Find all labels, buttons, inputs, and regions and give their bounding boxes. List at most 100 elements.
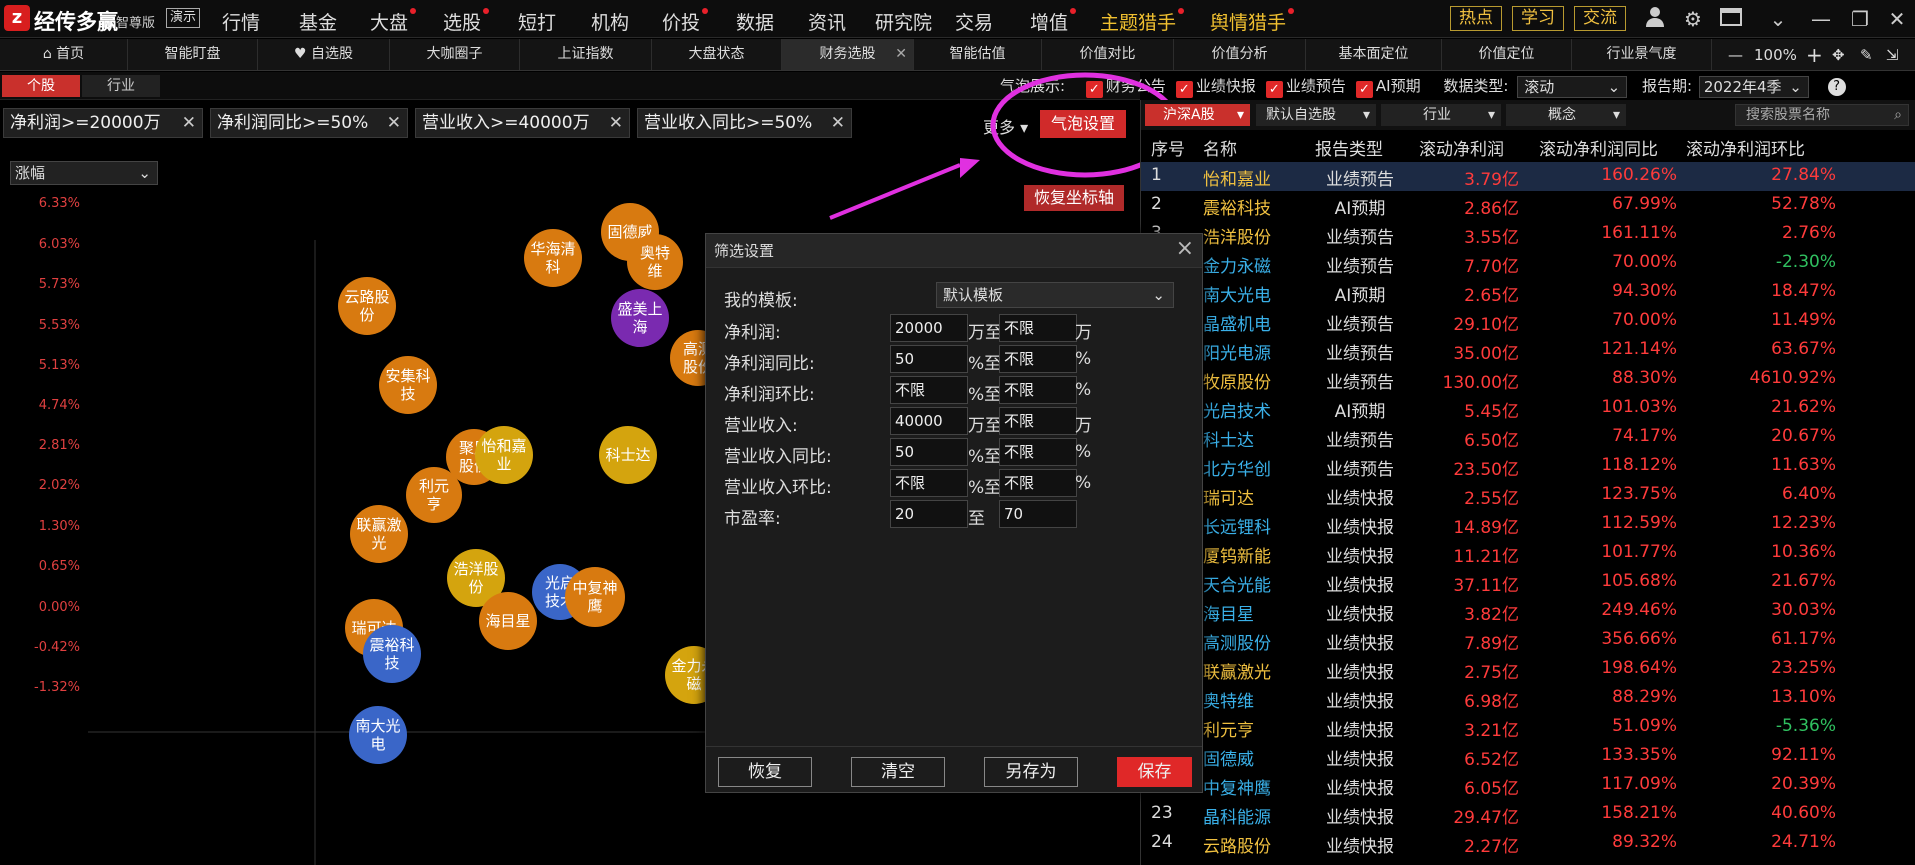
tab-item[interactable]: 行业景气度 — [1572, 39, 1712, 70]
clear-button[interactable]: 清空 — [851, 757, 945, 787]
tab-industry[interactable]: 行业 — [82, 75, 160, 97]
nav-item[interactable]: 短打 — [518, 8, 556, 35]
stock-bubble[interactable]: 盛美上海 — [611, 289, 669, 347]
exchange-button[interactable]: 交流 — [1574, 6, 1626, 31]
stock-search-input[interactable]: 搜索股票名称 ⌕ — [1735, 104, 1909, 126]
stock-bubble[interactable]: 南大光电 — [349, 706, 407, 764]
range-from-input[interactable]: 不限 — [890, 469, 968, 497]
market-select[interactable]: 沪深A股 ▾ — [1145, 104, 1250, 126]
stock-bubble[interactable]: 云路股份 — [338, 277, 396, 335]
nav-item[interactable]: 资讯 — [808, 8, 846, 35]
close-tab-icon[interactable]: ✕ — [895, 39, 907, 70]
close-icon[interactable]: × — [1176, 236, 1194, 261]
nav-item[interactable]: 增值 — [1030, 8, 1077, 35]
range-to-input[interactable]: 不限 — [999, 438, 1077, 466]
column-header[interactable]: 滚动净利润环比 — [1686, 135, 1836, 160]
column-header[interactable]: 滚动净利润 — [1419, 135, 1519, 160]
column-header[interactable]: 报告类型 — [1315, 135, 1405, 160]
table-row[interactable]: 13长远锂科业绩快报14.89亿112.59%12.23% — [1141, 510, 1915, 539]
tab-item[interactable]: 上证指数 — [520, 39, 652, 70]
template-select[interactable]: 默认模板 ⌄ — [936, 282, 1174, 308]
demo-badge[interactable]: 演示 — [166, 8, 201, 28]
table-row[interactable]: 18联赢激光业绩快报2.75亿198.64%23.25% — [1141, 655, 1915, 684]
tab-item[interactable]: 价值对比 — [1042, 39, 1174, 70]
close-icon[interactable]: ✕ — [1884, 6, 1910, 32]
stock-bubble[interactable]: 怡和嘉业 — [475, 426, 533, 484]
draw-icon[interactable]: ✎ — [1860, 39, 1873, 71]
stock-bubble[interactable]: 利元亨 — [406, 467, 462, 523]
chevron-down-icon[interactable]: ⌄ — [1765, 6, 1791, 32]
table-row[interactable]: 17高测股份业绩快报7.89亿356.66%61.17% — [1141, 626, 1915, 655]
zoom-in-icon[interactable]: + — [1806, 39, 1823, 71]
stock-bubble[interactable]: 海目星 — [479, 592, 537, 650]
table-row[interactable]: 22中复神鹰业绩快报6.05亿117.09%20.39% — [1141, 771, 1915, 800]
nav-item[interactable]: 价投 — [662, 8, 709, 35]
nav-item[interactable]: 舆情猎手 — [1210, 8, 1295, 35]
table-row[interactable]: 8牧原股份业绩预告130.00亿88.30%4610.92% — [1141, 365, 1915, 394]
minimize-icon[interactable]: — — [1808, 6, 1834, 32]
tab-stock[interactable]: 个股 — [2, 75, 80, 97]
table-row[interactable]: 1 怡和嘉业 业绩预告 3.79亿 160.26% 27.84% — [1141, 162, 1915, 191]
column-header[interactable]: 滚动净利润同比 — [1539, 135, 1677, 160]
nav-item[interactable]: 大盘 — [370, 8, 417, 35]
remove-filter-icon[interactable]: ✕ — [609, 109, 623, 137]
window-icon[interactable] — [1718, 6, 1744, 32]
zoom-out-icon[interactable]: — — [1728, 39, 1743, 71]
range-from-input[interactable]: 50 — [890, 438, 968, 466]
restore-button[interactable]: 恢复 — [718, 757, 812, 787]
stock-bubble[interactable]: 科士达 — [599, 426, 657, 484]
range-from-input[interactable]: 20000 — [890, 314, 968, 342]
tab-item[interactable]: 财务选股 ✕ — [782, 39, 914, 70]
tab-item[interactable]: 基本面定位 — [1306, 39, 1442, 70]
nav-item[interactable]: 基金 — [299, 8, 337, 35]
range-from-input[interactable]: 40000 — [890, 407, 968, 435]
period-select[interactable]: 2022年4季 ⌄ — [1698, 75, 1809, 98]
hot-button[interactable]: 热点 — [1450, 6, 1502, 31]
bubble-type-checkbox[interactable]: ✓ 业绩预告 — [1265, 77, 1346, 98]
nav-item[interactable]: 行情 — [222, 8, 260, 35]
save-as-button[interactable]: 另存为 — [984, 757, 1078, 787]
nav-item[interactable]: 数据 — [736, 8, 774, 35]
range-from-input[interactable]: 20 — [890, 500, 968, 528]
column-header[interactable]: 序号 — [1151, 135, 1191, 160]
table-row[interactable]: 4金力永磁业绩预告7.70亿70.00%-2.30% — [1141, 249, 1915, 278]
table-row[interactable]: 11北方华创业绩预告23.50亿118.12%11.63% — [1141, 452, 1915, 481]
industry-select[interactable]: 行业 ▾ — [1381, 104, 1501, 126]
gear-icon[interactable]: ⚙ — [1680, 6, 1706, 32]
tab-item[interactable]: ♥ 自选股 — [258, 39, 390, 70]
remove-filter-icon[interactable]: ✕ — [387, 109, 401, 137]
column-header[interactable]: 名称 — [1203, 135, 1303, 160]
stock-bubble[interactable]: 中复神鹰 — [565, 567, 625, 627]
range-to-input[interactable]: 不限 — [999, 345, 1077, 373]
nav-item[interactable]: 交易 — [955, 8, 993, 35]
range-to-input[interactable]: 不限 — [999, 314, 1077, 342]
table-row[interactable]: 6晶盛机电业绩预告29.10亿70.00%11.49% — [1141, 307, 1915, 336]
table-row[interactable]: 7阳光电源业绩预告35.00亿121.14%63.67% — [1141, 336, 1915, 365]
range-to-input[interactable]: 不限 — [999, 407, 1077, 435]
stock-bubble[interactable]: 安集科技 — [379, 356, 437, 414]
restore-icon[interactable]: ❐ — [1847, 6, 1873, 32]
nav-item[interactable]: 研究院 — [875, 8, 932, 35]
remove-filter-icon[interactable]: ✕ — [182, 109, 196, 137]
move-icon[interactable]: ✥ — [1832, 39, 1845, 71]
bubble-type-checkbox[interactable]: ✓ AI预期 — [1355, 77, 1421, 98]
tab-item[interactable]: 大盘状态 — [652, 39, 782, 70]
bubble-type-checkbox[interactable]: ✓ 业绩快报 — [1175, 77, 1256, 98]
tab-item[interactable]: 智能估值 — [914, 39, 1042, 70]
tab-item[interactable]: 大咖圈子 — [390, 39, 520, 70]
stock-bubble[interactable]: 联赢激光 — [350, 505, 408, 563]
table-row[interactable]: 23 晶科能源 业绩快报 29.47亿 158.21% 40.60% — [1141, 800, 1915, 829]
concept-select[interactable]: 概念 ▾ — [1506, 104, 1626, 126]
table-row[interactable]: 19奥特维业绩快报6.98亿88.29%13.10% — [1141, 684, 1915, 713]
table-row[interactable]: 12瑞可达业绩快报2.55亿123.75%6.40% — [1141, 481, 1915, 510]
save-button[interactable]: 保存 — [1117, 757, 1192, 787]
nav-item[interactable]: 机构 — [591, 8, 629, 35]
table-row[interactable]: 15天合光能业绩快报37.11亿105.68%21.67% — [1141, 568, 1915, 597]
nav-item[interactable]: 选股 — [443, 8, 490, 35]
help-icon[interactable]: ? — [1827, 77, 1846, 96]
nav-item[interactable]: 主题猎手 — [1100, 8, 1185, 35]
range-to-input[interactable]: 不限 — [999, 376, 1077, 404]
tab-item[interactable]: 智能盯盘 — [128, 39, 258, 70]
range-to-input[interactable]: 70 — [999, 500, 1077, 528]
table-row[interactable]: 20利元亨业绩快报3.21亿51.09%-5.36% — [1141, 713, 1915, 742]
